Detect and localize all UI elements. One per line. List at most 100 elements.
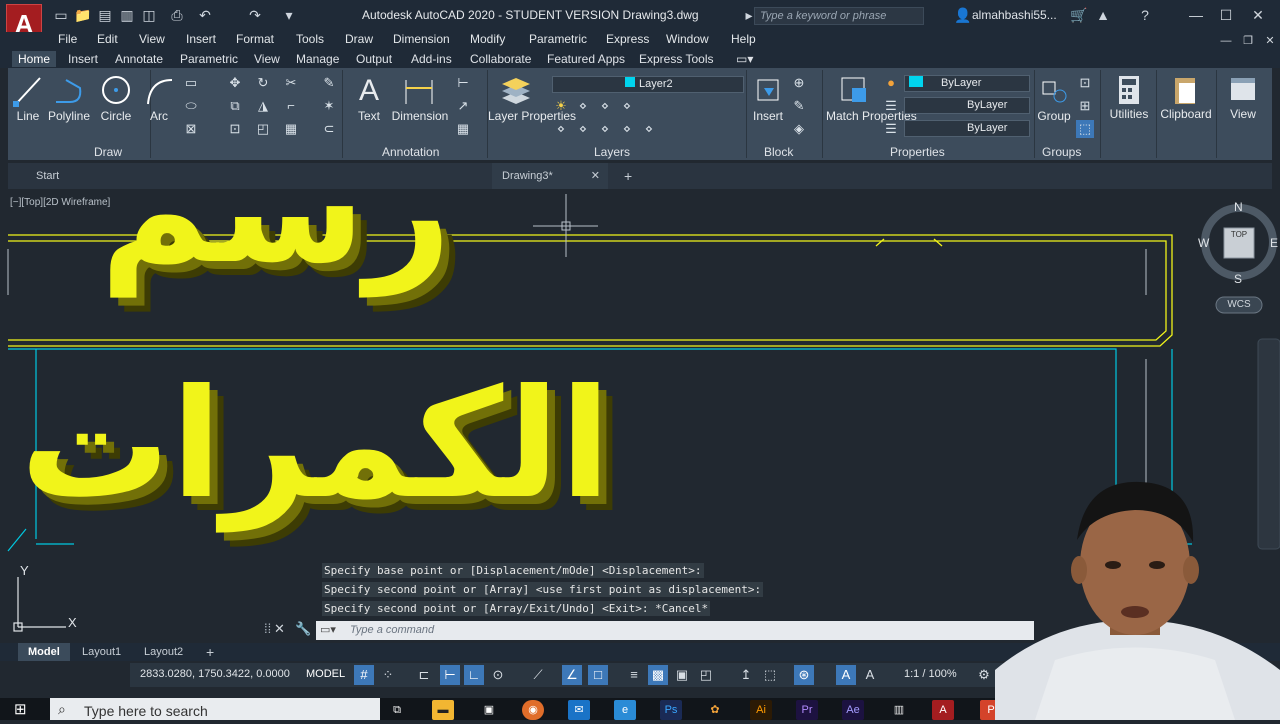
menu-express[interactable]: Express xyxy=(606,32,649,46)
tab-model[interactable]: Model xyxy=(18,643,70,661)
menu-window[interactable]: Window xyxy=(666,32,709,46)
menu-insert[interactable]: Insert xyxy=(186,32,216,46)
coordinates-readout[interactable]: 2833.0280, 1750.3422, 0.0000 xyxy=(140,668,290,680)
tab-view[interactable]: View xyxy=(248,51,286,67)
viewcube-east[interactable]: E xyxy=(1270,236,1278,250)
lineweight-icon[interactable]: ☰ xyxy=(882,120,900,138)
customize-quick-access-icon[interactable]: ▾ xyxy=(280,6,298,24)
rectangle-icon[interactable]: ▭ xyxy=(182,74,200,92)
tab-manage[interactable]: Manage xyxy=(290,51,345,67)
autoscale-icon[interactable]: A xyxy=(860,665,880,685)
layer-properties-label[interactable]: Layer Properties xyxy=(488,109,576,123)
polar-tracking-icon[interactable]: ⊙ xyxy=(488,665,508,685)
tab-featured-apps[interactable]: Featured Apps xyxy=(541,51,631,67)
edge-icon[interactable]: e xyxy=(614,700,636,720)
lineweight-toggle-icon[interactable]: ≡ xyxy=(624,665,644,685)
object-snap-tracking-icon[interactable]: ∠ xyxy=(562,665,582,685)
layer-walk-icon[interactable]: ⋄ xyxy=(596,120,614,138)
dynamic-ucs-icon[interactable]: ↥ xyxy=(736,665,756,685)
tab-parametric[interactable]: Parametric xyxy=(174,51,244,67)
layer-lock-icon[interactable]: ⋄ xyxy=(596,97,614,115)
new-tab-icon[interactable]: + xyxy=(614,163,642,189)
user-account-label[interactable]: almahbashi55... xyxy=(972,8,1057,22)
move-icon[interactable]: ✥ xyxy=(226,74,244,92)
tab-express-tools[interactable]: Express Tools xyxy=(633,51,719,67)
menu-parametric[interactable]: Parametric xyxy=(529,32,587,46)
fillet-icon[interactable]: ⌐ xyxy=(282,97,300,115)
tab-add-ins[interactable]: Add-ins xyxy=(405,51,458,67)
table-icon[interactable]: ▦ xyxy=(454,120,472,138)
tab-home[interactable]: Home xyxy=(12,51,57,67)
ribbon-options-icon[interactable]: ▭▾ xyxy=(730,51,759,67)
model-space-button[interactable]: MODEL xyxy=(306,668,345,680)
grid-icon[interactable]: # xyxy=(354,665,374,685)
doc-minimize-icon[interactable]: — xyxy=(1214,30,1238,52)
gizmo-icon[interactable]: ⊛ xyxy=(794,665,814,685)
autodesk-app-icon[interactable]: ▲ xyxy=(1094,6,1112,24)
expand-search-icon[interactable]: ▸ xyxy=(740,6,758,24)
clipboard-button-label[interactable]: Clipboard xyxy=(1158,107,1214,121)
isometric-icon[interactable]: ⟋ xyxy=(528,665,548,685)
tab-layout1[interactable]: Layout1 xyxy=(72,643,131,661)
block-panel-title[interactable]: Block xyxy=(764,145,793,159)
close-icon[interactable]: ✕ xyxy=(1246,4,1270,26)
tab-start[interactable]: Start xyxy=(26,163,69,189)
premiere-icon[interactable]: Pr xyxy=(796,700,818,720)
menu-tools[interactable]: Tools xyxy=(296,32,324,46)
mail-icon[interactable]: ✉ xyxy=(568,700,590,720)
lineweight-dropdown[interactable]: ByLayer xyxy=(904,120,1030,137)
help-icon[interactable]: ? xyxy=(1136,6,1154,24)
save-icon[interactable]: ▤ xyxy=(96,6,114,24)
cart-icon[interactable]: 🛒 xyxy=(1070,6,1088,24)
selection-filter-icon[interactable]: ⬚ xyxy=(760,665,780,685)
maximize-icon[interactable]: ☐ xyxy=(1214,4,1238,26)
command-input[interactable]: Type a command xyxy=(316,621,1034,640)
annotation-visibility-icon[interactable]: A xyxy=(836,665,856,685)
block-attributes-icon[interactable]: ◈ xyxy=(790,120,808,138)
photoshop-icon[interactable]: Ps xyxy=(660,700,682,720)
tab-annotate[interactable]: Annotate xyxy=(109,51,169,67)
ungroup-icon[interactable]: ⊡ xyxy=(1076,74,1094,92)
group-edit-icon[interactable]: ⊞ xyxy=(1076,97,1094,115)
erase-icon[interactable]: ✎ xyxy=(320,74,338,92)
properties-panel-title[interactable]: Properties xyxy=(890,145,945,159)
firefox-icon[interactable]: ◉ xyxy=(522,700,544,720)
viewport-controls[interactable]: [−][Top][2D Wireframe] xyxy=(10,197,110,208)
command-close-icon[interactable]: ✕ xyxy=(274,621,285,637)
taskbar-search-input[interactable]: Type here to search xyxy=(50,698,380,720)
command-customize-icon[interactable]: 🔧 xyxy=(295,621,311,637)
line-button-label[interactable]: Line xyxy=(8,109,48,123)
dimension-icon[interactable] xyxy=(400,74,438,108)
polyline-button-label[interactable]: Polyline xyxy=(46,109,92,123)
menu-dimension[interactable]: Dimension xyxy=(393,32,450,46)
command-grip-icon[interactable]: ⁞⁞ xyxy=(264,621,271,636)
utilities-button-label[interactable]: Utilities xyxy=(1106,107,1152,121)
tab-collaborate[interactable]: Collaborate xyxy=(464,51,537,67)
ortho-icon[interactable]: ∟ xyxy=(464,665,484,685)
menu-format[interactable]: Format xyxy=(236,32,274,46)
viewcube-north[interactable]: N xyxy=(1234,200,1243,214)
snap-icon[interactable]: ⁘ xyxy=(378,665,398,685)
linetype-icon[interactable]: ☰ xyxy=(882,97,900,115)
viewcube-west[interactable]: W xyxy=(1198,236,1209,250)
line-icon[interactable] xyxy=(12,74,44,108)
windows-start-icon[interactable]: ⊞ xyxy=(14,700,27,718)
viewcube[interactable] xyxy=(1201,204,1277,280)
group-selection-icon[interactable]: ⬚ xyxy=(1076,120,1094,138)
layers-panel-title[interactable]: Layers xyxy=(594,145,630,159)
object-snap-icon[interactable]: □ xyxy=(588,665,608,685)
layer-on-icon[interactable]: ☀ xyxy=(552,97,570,115)
layer-match-icon[interactable]: ⋄ xyxy=(552,120,570,138)
plot-icon[interactable]: ⎙ xyxy=(168,6,186,24)
group-button-label[interactable]: Group xyxy=(1036,109,1072,123)
menu-view[interactable]: View xyxy=(139,32,165,46)
clipboard-icon[interactable] xyxy=(1170,74,1200,106)
color-dropdown[interactable]: ByLayer xyxy=(904,75,1030,92)
menu-draw[interactable]: Draw xyxy=(345,32,373,46)
polyline-icon[interactable] xyxy=(52,74,86,108)
menu-modify[interactable]: Modify xyxy=(470,32,505,46)
layer-delete-icon[interactable]: ⋄ xyxy=(640,120,658,138)
after-effects-icon[interactable]: Ae xyxy=(842,700,864,720)
file-explorer-icon[interactable]: ▬ xyxy=(432,700,454,720)
arc-icon[interactable] xyxy=(144,74,176,108)
